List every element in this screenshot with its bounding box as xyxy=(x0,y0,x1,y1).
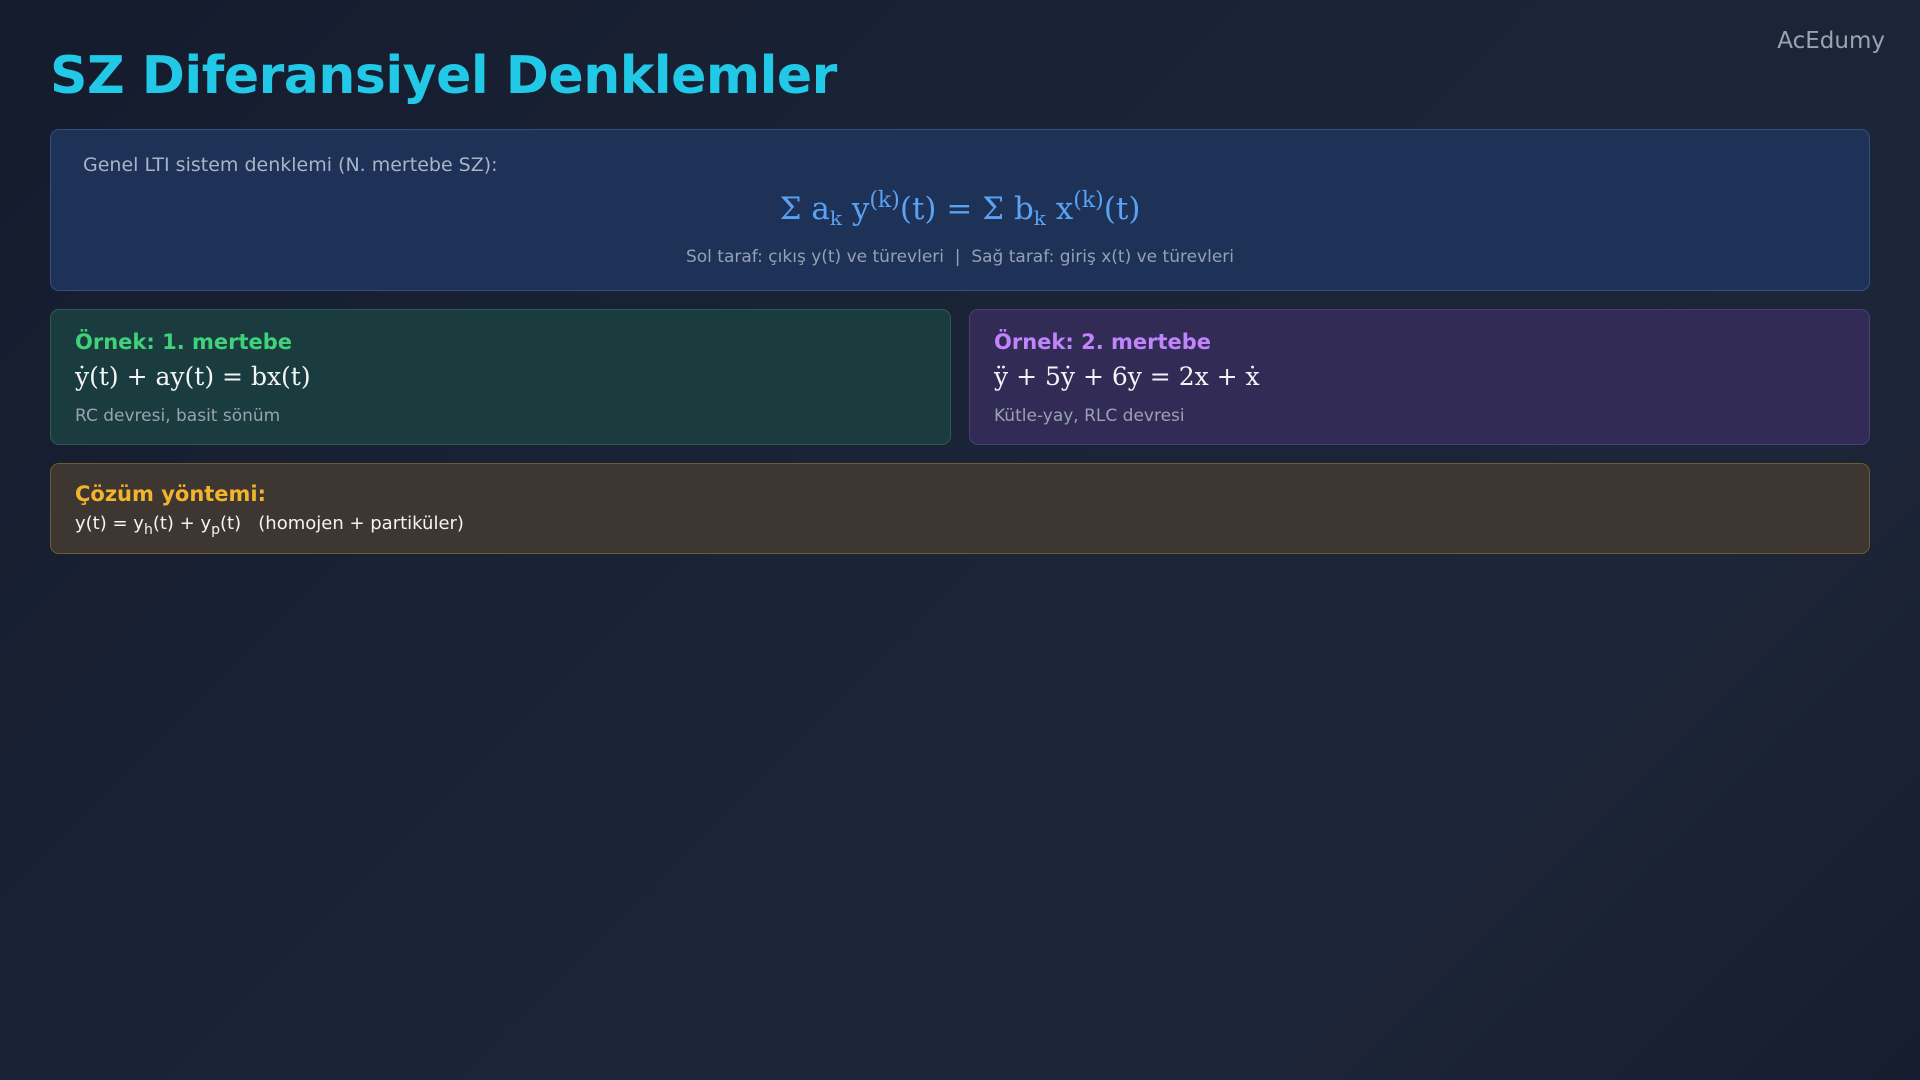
brand-label: AcEdumy xyxy=(1777,28,1885,54)
page-title: SZ Diferansiyel Denklemler xyxy=(50,46,837,106)
method-expr-part-3: (t) xyxy=(219,513,242,534)
general-equation-panel: Genel LTI sistem denklemi (N. mertebe SZ… xyxy=(50,129,1870,291)
solution-method-title: Çözüm yöntemi: xyxy=(75,482,267,506)
example-second-order-title: Örnek: 2. mertebe xyxy=(994,330,1212,354)
solution-method-expression: y(t) = yh(t) + yp(t) (homojen + partikül… xyxy=(75,513,464,538)
example-second-order-equation: ÿ + 5ẏ + 6y = 2x + ẋ xyxy=(994,362,1260,391)
method-expr-sub-p: p xyxy=(211,522,220,538)
example-first-order-equation: ẏ(t) + ay(t) = bx(t) xyxy=(75,362,311,391)
formula-input-var: x xyxy=(1045,191,1074,227)
general-equation-formula: Σ ak y(k)(t) = Σ bk x(k)(t) xyxy=(51,188,1869,230)
example-first-order-card: Örnek: 1. mertebe ẏ(t) + ay(t) = bx(t) R… xyxy=(50,309,951,445)
solution-method-panel: Çözüm yöntemi: y(t) = yh(t) + yp(t) (hom… xyxy=(50,463,1870,554)
method-expr-explanation: (homojen + partiküler) xyxy=(241,513,464,534)
formula-left-sum: Σ a xyxy=(779,191,830,227)
example-first-order-description: RC devresi, basit sönüm xyxy=(75,406,281,426)
formula-right-superscript: (k) xyxy=(1073,188,1104,213)
example-second-order-card: Örnek: 2. mertebe ÿ + 5ẏ + 6y = 2x + ẋ K… xyxy=(969,309,1870,445)
method-expr-part-1: y(t) = y xyxy=(75,513,144,534)
general-equation-note: Sol taraf: çıkış y(t) ve türevleri | Sağ… xyxy=(685,247,1235,267)
general-equation-lead: Genel LTI sistem denklemi (N. mertebe SZ… xyxy=(83,154,498,176)
formula-middle: (t) = Σ b xyxy=(899,191,1034,227)
formula-output-var: y xyxy=(841,191,870,227)
formula-left-subscript: k xyxy=(829,206,842,230)
method-expr-part-2: (t) + y xyxy=(152,513,212,534)
example-second-order-description: Kütle-yay, RLC devresi xyxy=(994,406,1185,426)
formula-right-subscript: k xyxy=(1033,206,1046,230)
formula-end: (t) xyxy=(1103,191,1141,227)
example-first-order-title: Örnek: 1. mertebe xyxy=(75,330,293,354)
method-expr-sub-h: h xyxy=(143,522,153,538)
formula-left-superscript: (k) xyxy=(869,188,900,213)
